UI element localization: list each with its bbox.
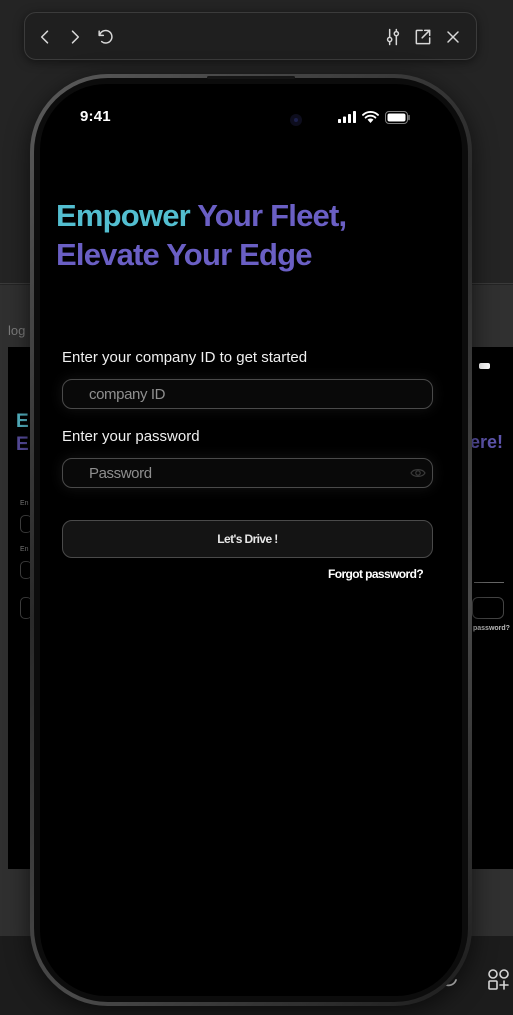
add-component-icon[interactable] — [487, 968, 511, 992]
cellular-signal-icon — [338, 111, 356, 123]
back-button[interactable] — [33, 25, 57, 49]
wifi-icon — [362, 111, 379, 123]
phone-bezel: 9:41 Empower Your Fleet, Elevate Your Ed… — [34, 78, 468, 1002]
phone-screen: 9:41 Empower Your Fleet, Elevate Your Ed… — [40, 84, 462, 996]
headline-rest: Your Fleet, — [189, 198, 347, 233]
open-external-button[interactable] — [411, 25, 435, 49]
external-link-icon — [415, 29, 431, 45]
background-forgot-text: password? — [473, 625, 510, 632]
preview-toolbar — [24, 12, 477, 60]
phone-top-edge — [207, 76, 295, 79]
background-right-text: ere! — [470, 432, 504, 452]
password-input[interactable] — [89, 459, 389, 487]
password-label: Enter your password — [62, 428, 200, 445]
sliders-icon — [386, 28, 400, 46]
eye-icon[interactable] — [410, 466, 426, 480]
status-icons — [338, 110, 411, 124]
camera-icon — [290, 114, 302, 126]
chevron-left-icon — [40, 30, 49, 44]
close-icon — [447, 31, 459, 43]
forward-button[interactable] — [63, 25, 87, 49]
background-headline: E E — [16, 411, 29, 455]
headline-line2: Elevate Your Edge — [56, 237, 313, 272]
login-headline: Empower Your Fleet, Elevate Your Edge — [56, 196, 347, 274]
background-divider — [474, 582, 504, 583]
undo-icon — [98, 29, 113, 44]
background-battery-icon — [472, 362, 494, 370]
phone-frame: 9:41 Empower Your Fleet, Elevate Your Ed… — [30, 74, 472, 1006]
battery-icon — [385, 110, 410, 124]
chevron-right-icon — [71, 30, 80, 44]
close-button[interactable] — [441, 25, 465, 49]
company-id-input[interactable] — [89, 380, 389, 408]
headline-accent: Empower — [56, 198, 191, 233]
background-field-label: En — [20, 546, 29, 553]
password-field[interactable] — [62, 458, 433, 488]
forgot-password-link[interactable]: Forgot password? — [328, 567, 424, 581]
company-id-label: Enter your company ID to get started — [62, 349, 308, 366]
lets-drive-button[interactable]: Let's Drive ! — [62, 520, 433, 558]
canvas: log E E En En ere! password? 9:41 Empowe… — [0, 0, 513, 1015]
company-id-field[interactable] — [62, 379, 433, 409]
background-field-label: En — [20, 500, 29, 507]
status-time: 9:41 — [80, 108, 111, 125]
adjust-button[interactable] — [381, 25, 405, 49]
background-button — [472, 597, 504, 619]
reload-button[interactable] — [93, 25, 117, 49]
frame-label[interactable]: log — [8, 323, 25, 338]
